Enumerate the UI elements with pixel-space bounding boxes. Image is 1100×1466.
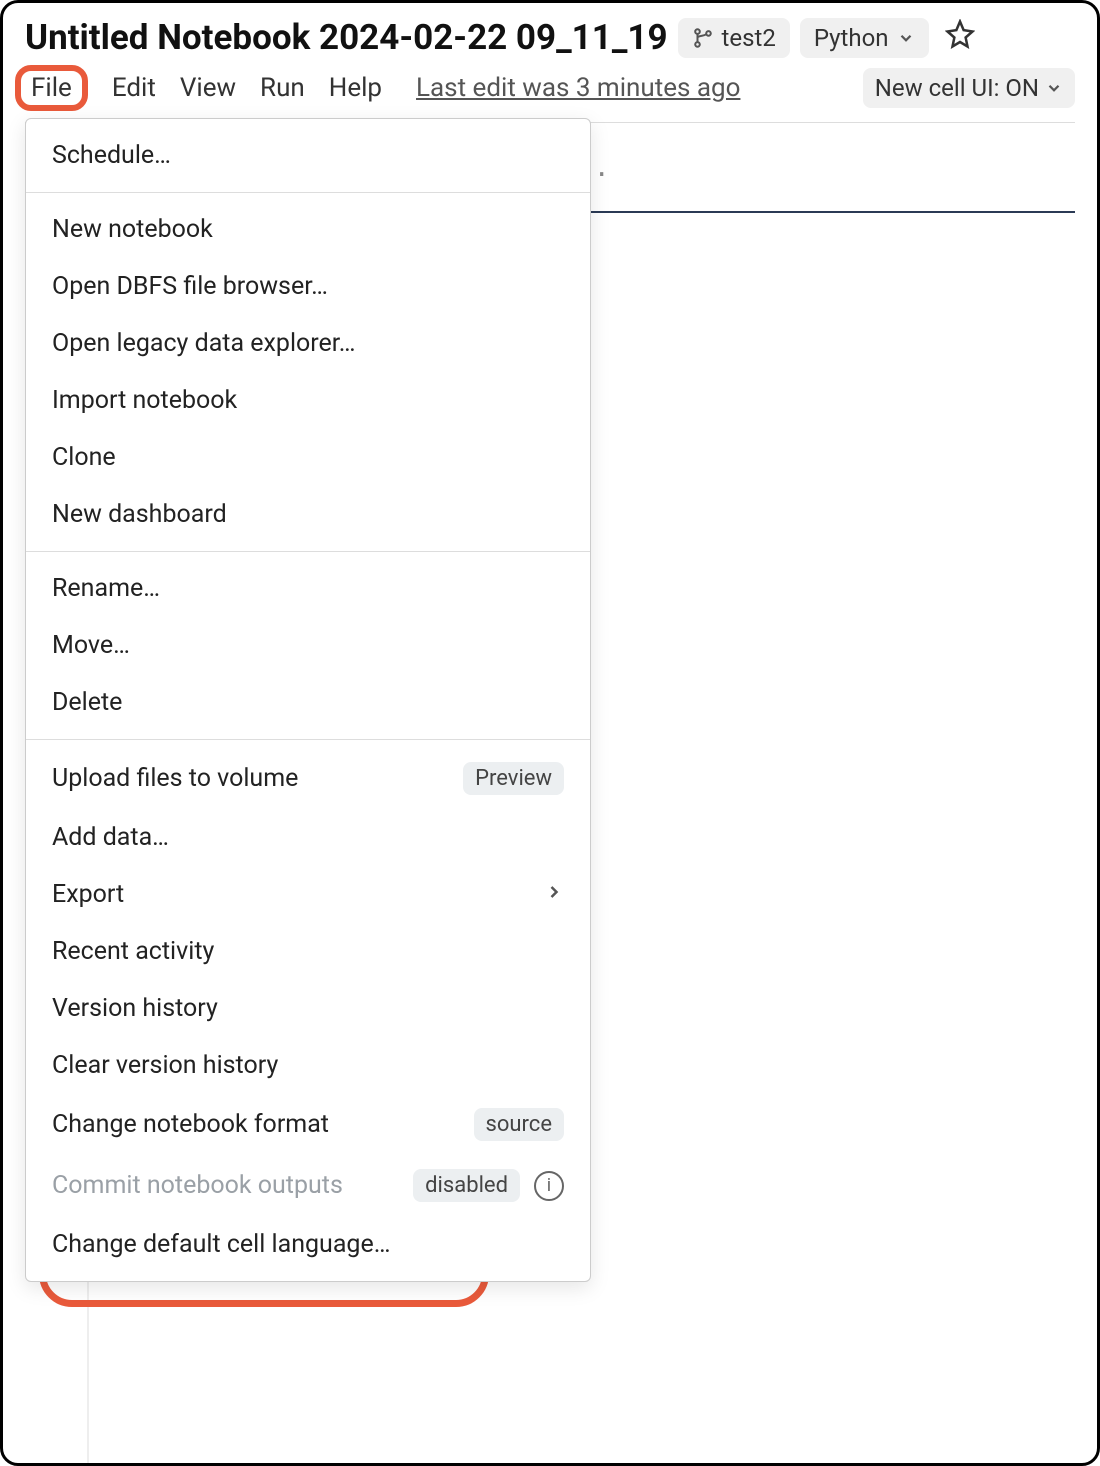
menu-change-default-language[interactable]: Change default cell language… (26, 1216, 590, 1273)
menu-clone[interactable]: Clone (26, 429, 590, 486)
language-label: Python (814, 24, 889, 52)
menu-version-history[interactable]: Version history (26, 980, 590, 1037)
menu-bar: File Edit View Run Help Last edit was 3 … (25, 58, 1075, 123)
menu-move[interactable]: Move… (26, 617, 590, 674)
menu-clear-version-history-label: Clear version history (52, 1051, 278, 1080)
menu-recent-activity[interactable]: Recent activity (26, 923, 590, 980)
language-pill[interactable]: Python (800, 18, 929, 58)
menu-export[interactable]: Export (26, 866, 590, 923)
menu-delete-label: Delete (52, 688, 122, 717)
menu-run[interactable]: Run (260, 73, 305, 103)
source-badge: source (474, 1108, 564, 1141)
disabled-badge: disabled (413, 1169, 520, 1202)
menu-open-legacy-explorer-label: Open legacy data explorer… (52, 329, 356, 358)
chevron-right-icon (544, 880, 564, 909)
menu-rename-label: Rename… (52, 574, 160, 603)
menu-clone-label: Clone (52, 443, 116, 472)
info-icon[interactable]: i (534, 1171, 564, 1201)
menu-open-legacy-explorer[interactable]: Open legacy data explorer… (26, 315, 590, 372)
menu-delete[interactable]: Delete (26, 674, 590, 731)
menu-import-notebook-label: Import notebook (52, 386, 237, 415)
menu-change-default-language-label: Change default cell language… (52, 1230, 390, 1259)
workspace-label: test2 (722, 24, 776, 52)
menu-open-dbfs-label: Open DBFS file browser… (52, 272, 328, 301)
menu-add-data[interactable]: Add data… (26, 809, 590, 866)
menu-view[interactable]: View (180, 73, 236, 103)
menu-recent-activity-label: Recent activity (52, 937, 214, 966)
menu-file[interactable]: File (15, 65, 88, 111)
workspace-pill[interactable]: test2 (678, 18, 790, 58)
menu-new-dashboard-label: New dashboard (52, 500, 227, 529)
menu-edit[interactable]: Edit (112, 73, 156, 103)
menu-new-notebook[interactable]: New notebook (26, 201, 590, 258)
menu-commit-outputs-label: Commit notebook outputs (52, 1171, 343, 1200)
last-edit-link[interactable]: Last edit was 3 minutes ago (416, 73, 740, 103)
chevron-down-icon (897, 29, 915, 47)
menu-upload-volume-label: Upload files to volume (52, 764, 298, 793)
branch-icon (692, 27, 714, 49)
menu-open-dbfs[interactable]: Open DBFS file browser… (26, 258, 590, 315)
menu-change-notebook-format-label: Change notebook format (52, 1110, 329, 1139)
preview-badge: Preview (463, 762, 564, 795)
menu-import-notebook[interactable]: Import notebook (26, 372, 590, 429)
menu-new-dashboard[interactable]: New dashboard (26, 486, 590, 543)
menu-schedule-label: Schedule… (52, 141, 171, 170)
new-cell-ui-label: New cell UI: ON (875, 74, 1039, 102)
menu-version-history-label: Version history (52, 994, 218, 1023)
menu-move-label: Move… (52, 631, 130, 660)
menu-upload-volume[interactable]: Upload files to volume Preview (26, 748, 590, 809)
menu-change-notebook-format[interactable]: Change notebook format source (26, 1094, 590, 1155)
menu-export-label: Export (52, 880, 124, 909)
menu-help[interactable]: Help (329, 73, 382, 103)
file-menu-dropdown: Schedule… New notebook Open DBFS file br… (25, 118, 591, 1282)
notebook-title[interactable]: Untitled Notebook 2024-02-22 09_11_19 (25, 17, 668, 58)
chevron-down-icon (1045, 79, 1063, 97)
new-cell-ui-toggle[interactable]: New cell UI: ON (863, 68, 1075, 108)
menu-rename[interactable]: Rename… (26, 560, 590, 617)
menu-new-notebook-label: New notebook (52, 215, 213, 244)
menu-commit-outputs: Commit notebook outputs disabled i (26, 1155, 590, 1216)
menu-add-data-label: Add data… (52, 823, 169, 852)
star-icon[interactable] (945, 19, 975, 56)
menu-clear-version-history[interactable]: Clear version history (26, 1037, 590, 1094)
menu-schedule[interactable]: Schedule… (26, 127, 590, 184)
